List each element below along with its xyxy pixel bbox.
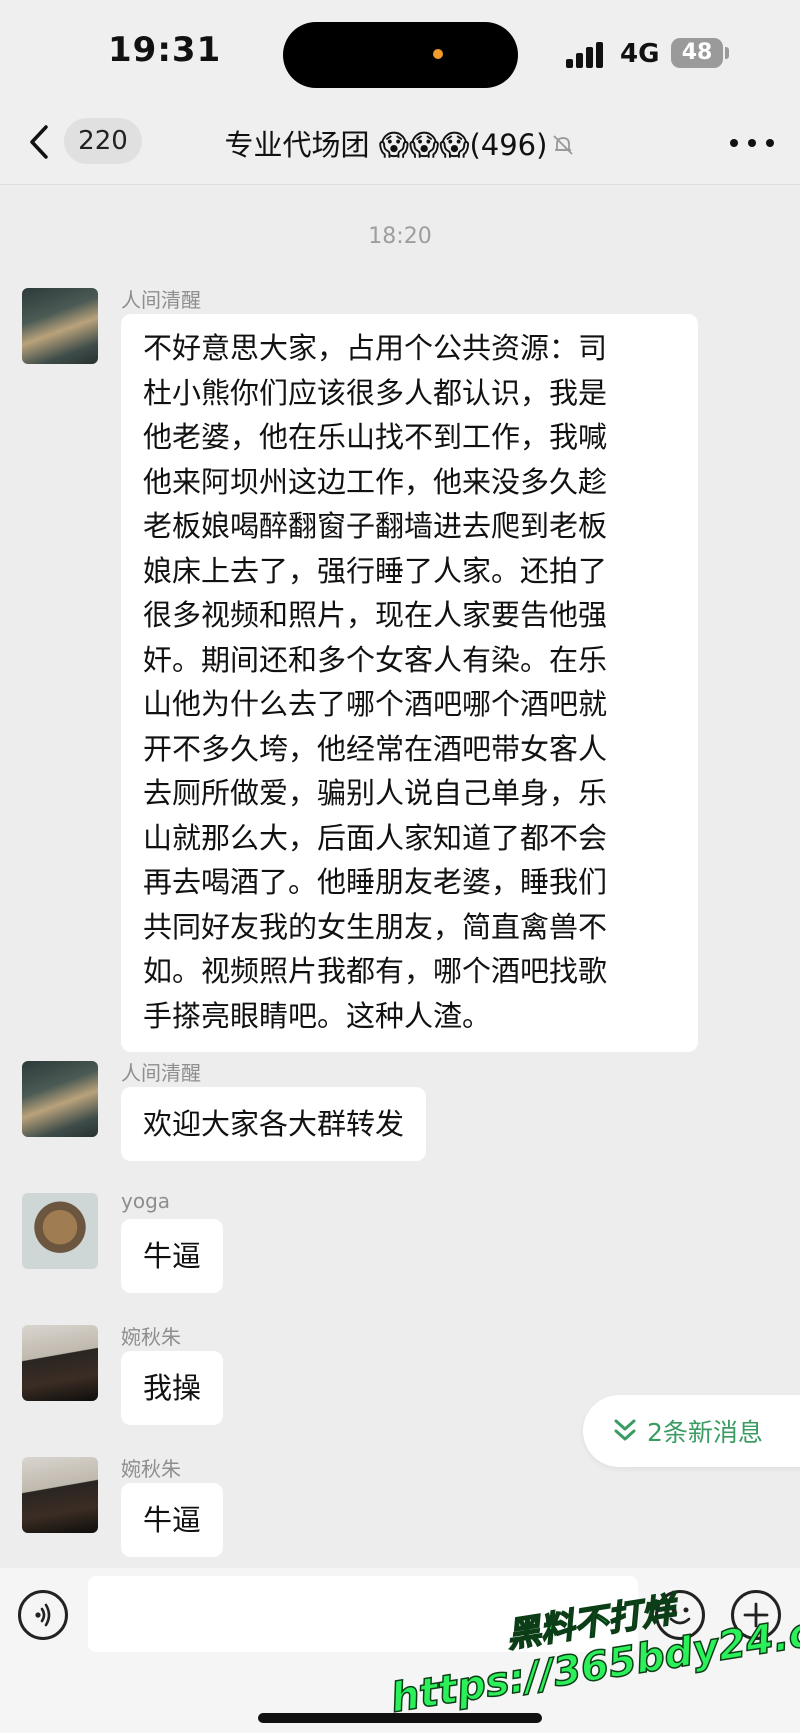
avatar[interactable]: [22, 1325, 98, 1401]
double-chevron-down-icon: [614, 1419, 636, 1441]
chat-title[interactable]: 专业代场团 😱😱😱(496): [0, 122, 800, 164]
message-line: 山他为什么去了哪个酒吧哪个酒吧就: [143, 687, 608, 721]
new-messages-button[interactable]: 2条新消息: [583, 1395, 800, 1467]
dynamic-island: [283, 22, 518, 88]
chat-header: 220 专业代场团 😱😱😱(496): [0, 100, 800, 185]
more-options-icon[interactable]: [726, 122, 778, 162]
voice-icon: [35, 1603, 51, 1627]
message-line: 他来阿坝州这边工作，他来没多久趁: [143, 464, 608, 499]
sender-name: 人间清醒: [121, 1061, 201, 1085]
message-bubble[interactable]: 不好意思大家，占用个公共资源：司 杜小熊你们应该很多人都认识，我是 他老婆，他在…: [121, 314, 698, 1052]
chat-title-text: 专业代场团 😱😱😱(496): [224, 128, 548, 162]
message-line: 奸。期间还和多个女客人有染。在乐: [143, 642, 608, 677]
sender-name: 人间清醒: [121, 288, 201, 312]
signal-strength-icon: [566, 42, 608, 68]
voice-input-button[interactable]: [18, 1590, 68, 1640]
status-bar: 19:31 4G 48: [0, 0, 800, 100]
message-line: 不好意思大家，占用个公共资源：司: [143, 331, 608, 365]
message-line: 老板娘喝醉翻窗子翻墙进去爬到老板: [143, 509, 608, 543]
message-line: 去厕所做爱，骗别人说自己单身，乐: [143, 776, 608, 810]
message-timestamp: 18:20: [368, 224, 432, 249]
avatar[interactable]: [22, 288, 98, 364]
message-bubble[interactable]: 牛逼: [121, 1483, 224, 1557]
new-messages-label: 2条新消息: [647, 1418, 763, 1447]
message-line: 再去喝酒了。他睡朋友老婆，睡我们: [143, 865, 608, 899]
battery-cap: [725, 47, 729, 59]
message-line: 他老婆，他在乐山找不到工作，我喊: [143, 420, 608, 454]
message-line: 很多视频和照片，现在人家要告他强: [143, 598, 608, 632]
message-line: 手搽亮眼睛吧。这种人渣。: [143, 998, 492, 1033]
avatar[interactable]: [22, 1457, 98, 1533]
message-bubble[interactable]: 我操: [121, 1351, 224, 1425]
sender-name: 婉秋朱: [121, 1457, 181, 1481]
network-type: 4G: [620, 39, 660, 69]
status-time: 19:31: [108, 30, 222, 70]
message-bubble[interactable]: 牛逼: [121, 1219, 224, 1293]
message-line: 如。视频照片我都有，哪个酒吧找歌: [143, 954, 608, 988]
sender-name: yoga: [121, 1189, 171, 1213]
mute-bell-icon: [553, 135, 574, 155]
sender-name: 婉秋朱: [121, 1325, 181, 1349]
battery-icon: 48: [671, 38, 723, 68]
privacy-indicator-dot: [433, 49, 443, 59]
avatar[interactable]: [22, 1193, 98, 1269]
avatar[interactable]: [22, 1061, 98, 1137]
message-bubble[interactable]: 欢迎大家各大群转发: [121, 1087, 427, 1161]
message-line: 山就那么大，后面人家知道了都不会: [143, 820, 608, 855]
message-line: 共同好友我的女生朋友，简直禽兽不: [143, 909, 608, 944]
message-line: 杜小熊你们应该很多人都认识，我是: [143, 375, 608, 410]
message-line: 娘床上去了，强行睡了人家。还拍了: [143, 553, 608, 588]
message-line: 开不多久垮，他经常在酒吧带女客人: [143, 731, 608, 766]
